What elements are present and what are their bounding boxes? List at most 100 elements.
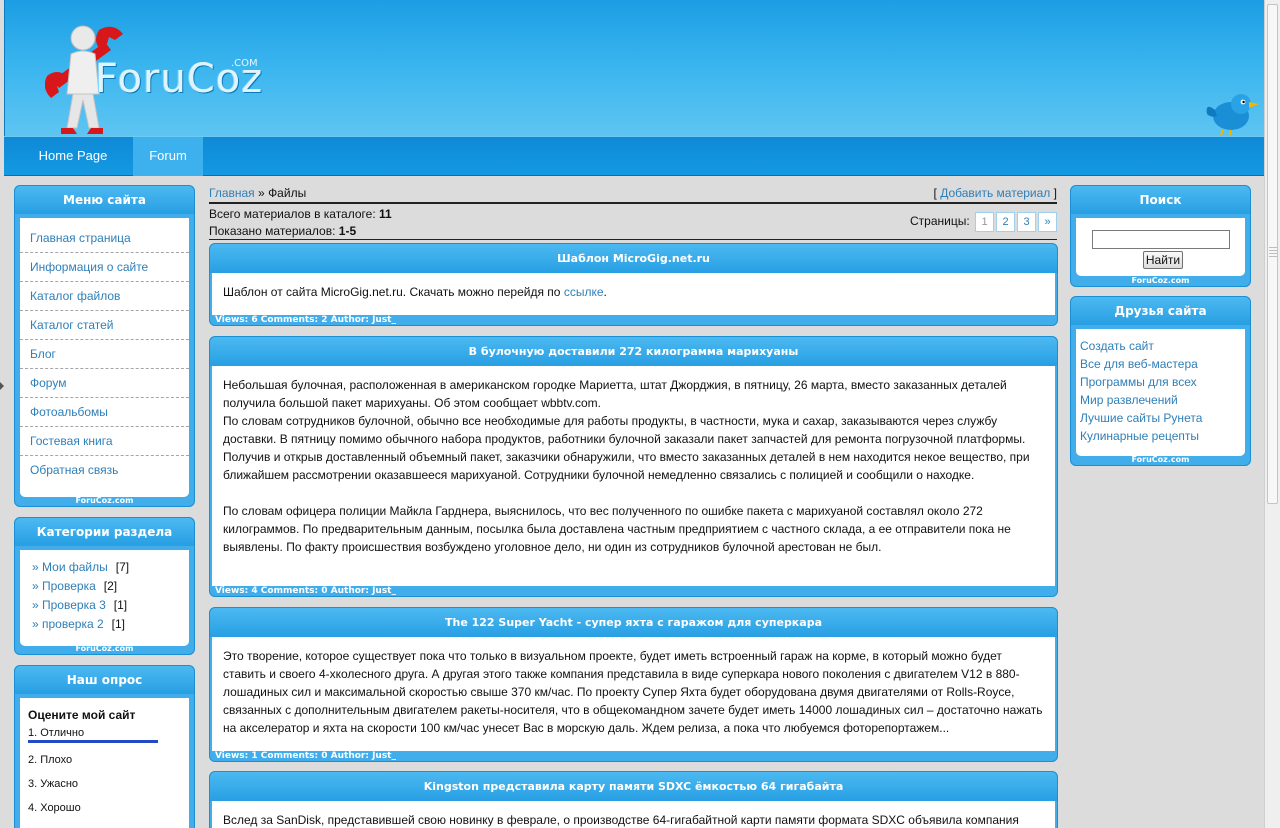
poll-title: Наш опрос (15, 666, 194, 694)
entry-title[interactable]: The 122 Super Yacht - супер яхта с гараж… (210, 608, 1057, 637)
friend-link[interactable]: Программы для всех (1076, 373, 1245, 391)
breadcrumb-home[interactable]: Главная (209, 186, 255, 200)
friend-link[interactable]: Мир развлечений (1076, 391, 1245, 409)
entry-body: Небольшая булочная, расположенная в амер… (212, 366, 1055, 586)
poll-box: Наш опрос Оцените мой сайт 1. Отлично 2.… (14, 665, 195, 828)
bracket-close: ] (1053, 186, 1057, 200)
page-next[interactable]: » (1038, 212, 1057, 232)
search-title: Поиск (1071, 186, 1250, 214)
entry-stats: Views: 1 Comments: 0 Author: Just_ (215, 751, 396, 761)
page-scrollbar[interactable] (1264, 0, 1280, 828)
category-item: » Проверка [2] (20, 577, 189, 596)
entry-title[interactable]: Шаблон MicroGig.net.ru (210, 244, 1057, 273)
menu-item-guestbook[interactable]: Гостевая книга (20, 427, 189, 456)
menu-item-files[interactable]: Каталог файлов (20, 282, 189, 311)
menu-item-home[interactable]: Главная страница (20, 224, 189, 253)
total-value: 11 (379, 207, 392, 221)
entry-title[interactable]: Kingston представила карту памяти SDXC ё… (210, 772, 1057, 801)
page-1[interactable]: 1 (975, 212, 994, 232)
entry-paragraph: По словам офицера полиции Майкла Гарднер… (223, 504, 1011, 554)
menu-item-photos[interactable]: Фотоальбомы (20, 398, 189, 427)
pages-label: Страницы: (909, 214, 970, 228)
shown-label: Показано материалов: (209, 224, 336, 238)
entry-body: Это творение, которое существует пока чт… (212, 637, 1055, 751)
menu-item-articles[interactable]: Каталог статей (20, 311, 189, 340)
friends-title: Друзья сайта (1071, 297, 1250, 325)
poll-option: 2. Плохо (28, 754, 73, 766)
box-footer-brand: ForuCoz.com (75, 496, 134, 505)
poll-question: Оцените мой сайт (28, 708, 136, 722)
entry-link[interactable]: ссылке (564, 285, 604, 299)
entry-body: Вслед за SanDisk, представившей свою нов… (212, 801, 1055, 828)
category-item: » проверка 2 [1] (20, 615, 189, 634)
entry-card: Шаблон MicroGig.net.ru Шаблон от сайта M… (209, 243, 1058, 326)
poll-result-bar (28, 740, 158, 743)
add-material-link[interactable]: Добавить материал (940, 186, 1050, 200)
category-item: » Мои файлы [7] (20, 558, 189, 577)
poll-content: Оцените мой сайт 1. Отлично 2. Плохо 3. … (20, 698, 189, 828)
category-count: [1] (113, 598, 128, 612)
nav-forum[interactable]: Forum (133, 137, 203, 176)
bracket-open: [ (933, 186, 937, 200)
entry-title[interactable]: В булочную доставили 272 килограмма мари… (210, 337, 1057, 366)
entry-paragraph: Небольшая булочная, расположенная в амер… (223, 378, 1007, 410)
site-menu-title: Меню сайта (15, 186, 194, 214)
site-logo[interactable]: ForuCoz .COM (45, 20, 265, 140)
friend-link[interactable]: Кулинарные рецепты (1076, 427, 1245, 445)
top-nav: Home Page Forum (4, 136, 1264, 176)
category-count: [1] (111, 617, 125, 631)
site-menu-box: Меню сайта Главная страница Информация о… (14, 185, 195, 507)
menu-item-forum[interactable]: Форум (20, 369, 189, 398)
categories-title: Категории раздела (15, 518, 194, 546)
box-footer-brand: ForuCoz.com (75, 644, 134, 653)
search-button[interactable]: Найти (1143, 251, 1183, 269)
search-box: Поиск Найти ForuCoz.com (1070, 185, 1251, 287)
page-3[interactable]: 3 (1017, 212, 1036, 232)
menu-item-about[interactable]: Информация о сайте (20, 253, 189, 282)
friend-link[interactable]: Все для веб-мастера (1076, 355, 1245, 373)
menu-item-blog[interactable]: Блог (20, 340, 189, 369)
category-link[interactable]: » Проверка (32, 579, 96, 593)
friend-link[interactable]: Лучшие сайты Рунета (1076, 409, 1245, 427)
nav-home-page[interactable]: Home Page (24, 137, 122, 176)
breadcrumb-separator: » (258, 186, 265, 200)
total-label: Всего материалов в каталоге: (209, 207, 376, 221)
category-link[interactable]: » Мои файлы (32, 560, 108, 574)
categories-list: » Мои файлы [7] » Проверка [2] » Проверка … (20, 550, 189, 646)
category-item: » Проверка 3 [1] (20, 596, 189, 615)
entry-text: Шаблон от сайта MicroGig.net.ru. Скачать… (223, 285, 564, 299)
breadcrumb-current: Файлы (268, 186, 307, 200)
entry-text-end: . (603, 285, 607, 299)
add-material-wrapper: [ Добавить материал ] (934, 186, 1058, 200)
categories-box: Категории раздела » Мои файлы [7] » Прове… (14, 517, 195, 655)
site-menu-list: Главная страница Информация о сайте Ката… (20, 218, 189, 497)
logo-com: .COM (231, 58, 258, 69)
scrollbar-grip-icon (1269, 247, 1277, 257)
menu-item-contact[interactable]: Обратная связь (20, 456, 189, 485)
poll-option: 4. Хорошо (28, 802, 81, 814)
entry-stats: Views: 4 Comments: 0 Author: Just_ (215, 586, 396, 596)
collapse-arrow-icon[interactable] (0, 382, 4, 390)
category-count: [2] (103, 579, 118, 593)
entry-card: The 122 Super Yacht - супер яхта с гараж… (209, 607, 1058, 762)
entry-card: Kingston представила карту памяти SDXC ё… (209, 771, 1058, 828)
search-input[interactable] (1092, 230, 1230, 249)
twitter-bird-icon[interactable] (1205, 88, 1261, 136)
friends-list: Создать сайт Все для веб-мастера Програм… (1076, 329, 1245, 456)
box-footer-brand: ForuCoz.com (1131, 455, 1190, 464)
page-2[interactable]: 2 (996, 212, 1015, 232)
friend-link[interactable]: Создать сайт (1076, 337, 1245, 355)
poll-option: 3. Ужасно (28, 778, 79, 790)
category-link[interactable]: » проверка 2 (32, 617, 104, 631)
pagination: Страницы: 1 2 3» (910, 212, 1057, 232)
shown-value: 1-5 (338, 224, 357, 238)
entry-paragraph: По словам сотрудников булочной, обычно в… (223, 414, 1030, 482)
entry-stats: Views: 6 Comments: 2 Author: Just_ (215, 315, 396, 325)
category-link[interactable]: » Проверка 3 (32, 598, 106, 612)
category-count: [7] (115, 560, 130, 574)
entry-body: Шаблон от сайта MicroGig.net.ru. Скачать… (212, 273, 1055, 315)
entry-card: В булочную доставили 272 килограмма мари… (209, 336, 1058, 597)
scrollbar-thumb[interactable] (1267, 4, 1278, 504)
box-footer-brand: ForuCoz.com (1131, 276, 1190, 285)
catalog-counts: Всего материалов в каталоге: 11 Показано… (209, 206, 1057, 240)
